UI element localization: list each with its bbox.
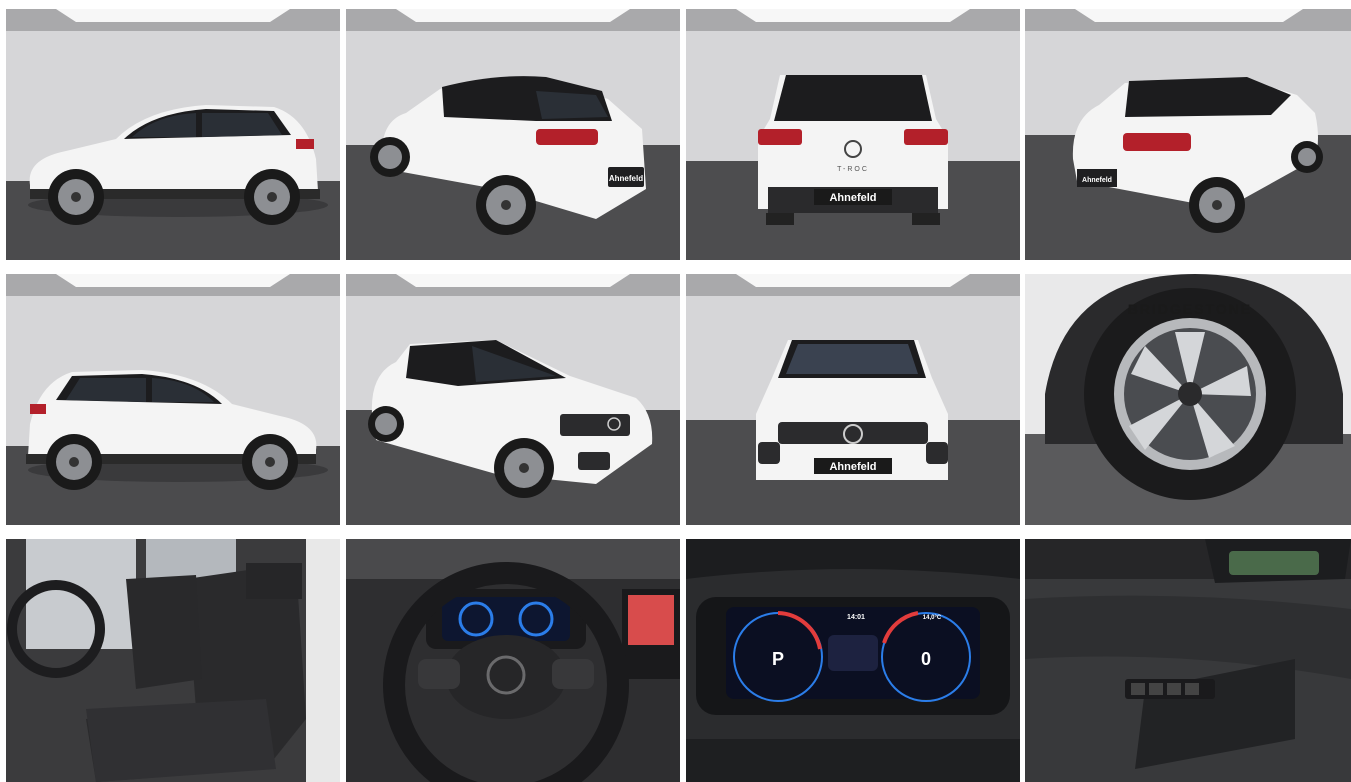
photo-side-right-image — [6, 274, 340, 525]
clock-readout: 14:01 — [847, 614, 865, 621]
photo-gallery: Ahnefeld T-ROC Ahnefeld Ahnefeld Ahnefel… — [0, 0, 1351, 782]
tailgate-badge: T-ROC — [837, 166, 869, 173]
photo-side-left-image — [6, 9, 340, 260]
gallery-photo-side-right[interactable] — [6, 274, 340, 525]
photo-rear-three-quarter-left-image: Ahnefeld — [346, 9, 680, 260]
gear-indicator: P — [772, 649, 784, 669]
gallery-photo-instrument-cluster[interactable]: P 0 14:01 14,0°C — [686, 539, 1020, 782]
speed-readout: 0 — [921, 649, 931, 669]
gallery-photo-rear-three-quarter-right[interactable]: Ahnefeld — [1025, 9, 1351, 260]
gallery-photo-steering-wheel[interactable] — [346, 539, 680, 782]
photo-rear-image: T-ROC Ahnefeld — [686, 9, 1020, 260]
photo-instrument-cluster-image: P 0 14:01 14,0°C — [686, 539, 1020, 782]
gallery-photo-front[interactable]: Ahnefeld — [686, 274, 1020, 525]
dealer-plate-text: Ahnefeld — [829, 192, 876, 204]
photo-front-image: Ahnefeld — [686, 274, 1020, 525]
photo-wheel-image: BRIDGESTONE — [1025, 274, 1351, 525]
temperature-readout: 14,0°C — [923, 615, 942, 621]
dealer-plate-text: Ahnefeld — [1082, 177, 1112, 184]
gallery-photo-rear[interactable]: T-ROC Ahnefeld — [686, 9, 1020, 260]
gallery-photo-wheel[interactable]: BRIDGESTONE — [1025, 274, 1351, 525]
gallery-photo-rear-three-quarter-left[interactable]: Ahnefeld — [346, 9, 680, 260]
photo-front-seats-image — [6, 539, 340, 782]
gallery-photo-side-left[interactable] — [6, 9, 340, 260]
tire-brand-text: BRIDGESTONE — [1128, 301, 1252, 317]
dealer-plate-text: Ahnefeld — [829, 461, 876, 473]
photo-front-three-quarter-right-image — [346, 274, 680, 525]
photo-rear-three-quarter-right-image: Ahnefeld — [1025, 9, 1351, 260]
dealer-plate-text: Ahnefeld — [609, 174, 643, 183]
photo-steering-wheel-image — [346, 539, 680, 782]
gallery-photo-door-panel[interactable] — [1025, 539, 1351, 782]
gallery-photo-front-seats[interactable] — [6, 539, 340, 782]
photo-door-panel-image — [1025, 539, 1351, 782]
gallery-photo-front-three-quarter-right[interactable] — [346, 274, 680, 525]
